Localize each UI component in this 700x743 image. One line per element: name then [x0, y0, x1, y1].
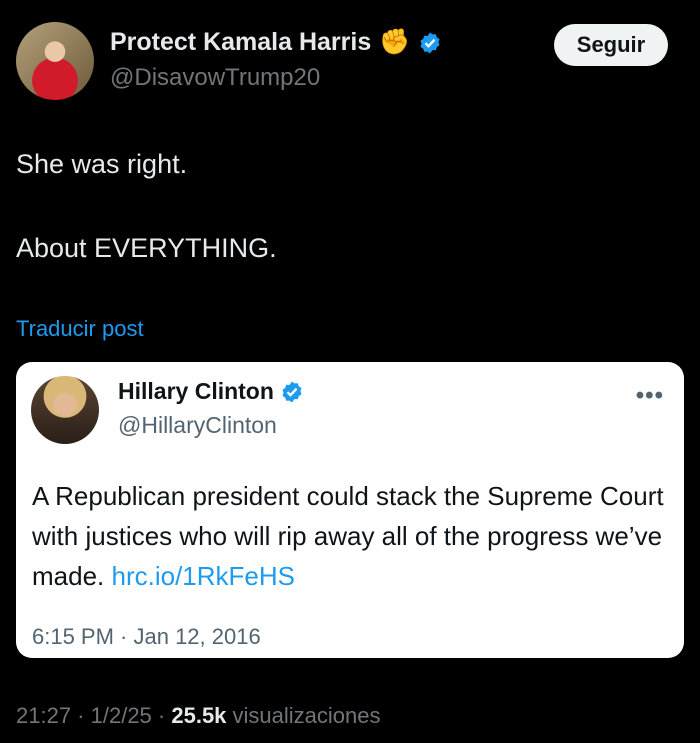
quoted-tweet-card[interactable]: Hillary Clinton @HillaryClinton ••• A Re…	[16, 362, 684, 658]
views-count: 25.5k	[171, 703, 227, 728]
more-options-icon[interactable]: •••	[636, 382, 664, 410]
meta-separator: ·	[151, 703, 172, 728]
follow-button[interactable]: Seguir	[554, 24, 668, 66]
quoted-display-name[interactable]: Hillary Clinton	[118, 378, 274, 405]
verified-badge-icon	[418, 31, 442, 55]
quoted-name-row: Hillary Clinton	[118, 378, 304, 405]
meta-separator: ·	[71, 703, 91, 728]
tweet-text-line2: About EVERYTHING.	[16, 233, 277, 263]
quoted-handle[interactable]: @HillaryClinton	[118, 412, 277, 439]
author-handle[interactable]: @DisavowTrump20	[110, 64, 320, 92]
verified-badge-icon	[280, 380, 304, 404]
tweet-text-line1: She was right.	[16, 149, 188, 179]
author-avatar[interactable]	[16, 22, 94, 100]
author-display-name[interactable]: Protect Kamala Harris	[110, 28, 371, 57]
author-name-row: Protect Kamala Harris ✊	[110, 28, 442, 57]
post-date[interactable]: 1/2/25	[91, 703, 152, 728]
quoted-author-avatar[interactable]	[31, 376, 99, 444]
quoted-timestamp[interactable]: 6:15 PM · Jan 12, 2016	[32, 624, 261, 650]
translate-post-link[interactable]: Traducir post	[16, 316, 144, 342]
post-meta: 21:27 · 1/2/25 · 25.5k visualizaciones	[16, 703, 381, 729]
quoted-tweet-body: A Republican president could stack the S…	[32, 476, 672, 596]
raised-fist-icon: ✊	[379, 28, 411, 56]
quoted-tweet-link[interactable]: hrc.io/1RkFeHS	[112, 561, 296, 591]
views-label: visualizaciones	[226, 703, 381, 728]
post-time[interactable]: 21:27	[16, 703, 71, 728]
